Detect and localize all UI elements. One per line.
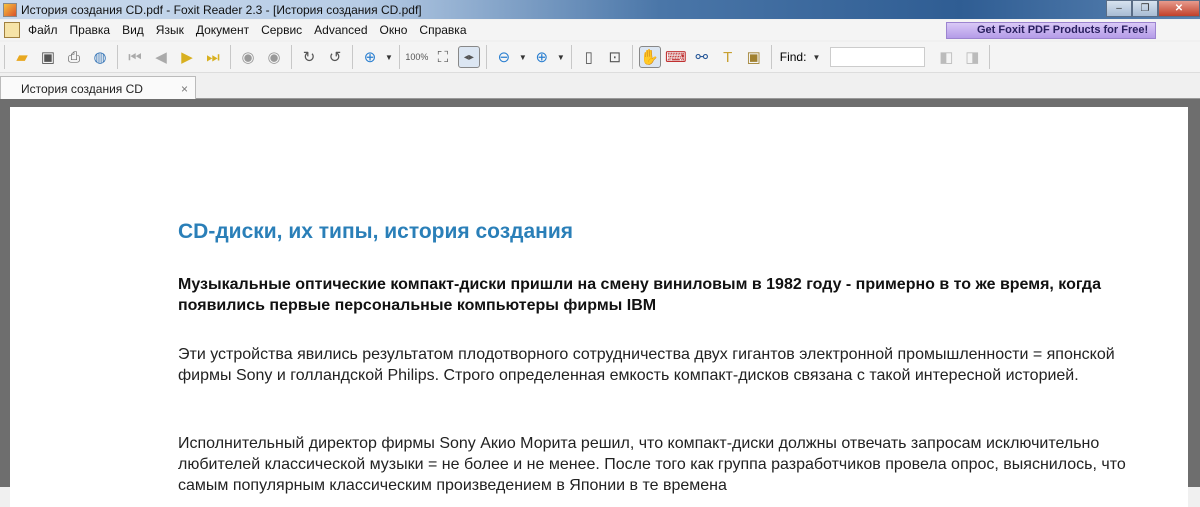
menu-help[interactable]: Справка: [413, 23, 472, 37]
save-icon[interactable]: ▣: [37, 46, 59, 68]
promo-banner[interactable]: Get Foxit PDF Products for Free!: [946, 22, 1156, 39]
zoom-out-dropdown-icon[interactable]: ▼: [519, 53, 527, 62]
paragraph: Эти устройства явились результатом плодо…: [178, 346, 1115, 384]
menu-edit[interactable]: Правка: [64, 23, 117, 37]
zoom-in-icon[interactable]: ⊕: [359, 46, 381, 68]
find-previous-icon[interactable]: ◧: [935, 46, 957, 68]
find-dropdown-icon[interactable]: ▼: [812, 53, 820, 62]
rotate-clockwise-icon[interactable]: ↻: [298, 46, 320, 68]
app-icon: [3, 2, 17, 17]
menu-window[interactable]: Окно: [374, 23, 414, 37]
menu-advanced[interactable]: Advanced: [308, 23, 373, 37]
next-page-icon[interactable]: ▶: [176, 46, 198, 68]
pdf-page: CD-диски, их типы, история создания Музы…: [10, 107, 1188, 507]
back-icon[interactable]: ◉: [237, 46, 259, 68]
window-title: История создания CD.pdf - Foxit Reader 2…: [21, 2, 422, 17]
fit-page-icon[interactable]: ⛶: [432, 46, 454, 68]
first-page-icon[interactable]: ⏮: [124, 46, 146, 68]
typewriter-icon[interactable]: T: [717, 46, 739, 68]
title-bar: История создания CD.pdf - Foxit Reader 2…: [0, 0, 1200, 19]
zoom-plus-dropdown-icon[interactable]: ▼: [557, 53, 565, 62]
open-icon[interactable]: ▰: [11, 46, 33, 68]
document-viewer[interactable]: CD-диски, их типы, история создания Музы…: [0, 99, 1200, 507]
tab-label: История создания CD: [21, 82, 143, 96]
actual-size-icon[interactable]: 100%: [405, 46, 428, 68]
binoculars-icon[interactable]: ⚯: [691, 46, 713, 68]
toolbar: ▰ ▣ ⎙ ◍ ⏮ ◀ ▶ ⏭ ◉ ◉ ↻ ↺ ⊕ ▼ 100% ⛶ ◂▸ ⊖ …: [0, 42, 1200, 73]
zoom-plus-icon[interactable]: ⊕: [531, 46, 553, 68]
menu-document[interactable]: Документ: [190, 23, 255, 37]
forward-icon[interactable]: ◉: [263, 46, 285, 68]
fullscreen-icon[interactable]: ⊡: [604, 46, 626, 68]
zoom-out-icon[interactable]: ⊖: [493, 46, 515, 68]
tab-bar: История создания CD ×: [0, 74, 1200, 99]
menu-language[interactable]: Язык: [150, 23, 190, 37]
close-button[interactable]: ✕: [1158, 0, 1200, 17]
menu-file[interactable]: Файл: [22, 23, 64, 37]
last-page-icon[interactable]: ⏭: [202, 46, 224, 68]
rotate-counterclockwise-icon[interactable]: ↺: [324, 46, 346, 68]
fit-width-icon[interactable]: ◂▸: [457, 46, 480, 68]
tab-close-icon[interactable]: ×: [181, 82, 188, 96]
restore-button[interactable]: ❐: [1132, 0, 1158, 17]
snapshot-icon[interactable]: ▣: [743, 46, 765, 68]
tab-document[interactable]: История создания CD ×: [0, 76, 196, 99]
find-input[interactable]: [830, 47, 926, 67]
select-text-icon[interactable]: ⌨: [665, 46, 687, 68]
document-menu-icon[interactable]: [4, 22, 20, 38]
zoom-dropdown-icon[interactable]: ▼: [385, 53, 393, 62]
bookmark-icon[interactable]: ▯: [578, 46, 600, 68]
menu-view[interactable]: Вид: [116, 23, 150, 37]
find-label: Find:: [779, 50, 807, 64]
prev-page-icon[interactable]: ◀: [150, 46, 172, 68]
menu-tools[interactable]: Сервис: [255, 23, 308, 37]
find-next-icon[interactable]: ◨: [961, 46, 983, 68]
print-icon[interactable]: ⎙: [63, 46, 85, 68]
lead-paragraph: Музыкальные оптические компакт-диски при…: [178, 276, 1101, 314]
hand-tool-icon[interactable]: ✋: [638, 46, 661, 68]
minimize-button[interactable]: –: [1106, 0, 1132, 17]
web-icon[interactable]: ◍: [89, 46, 111, 68]
document-heading: CD-диски, их типы, история создания: [178, 220, 574, 243]
